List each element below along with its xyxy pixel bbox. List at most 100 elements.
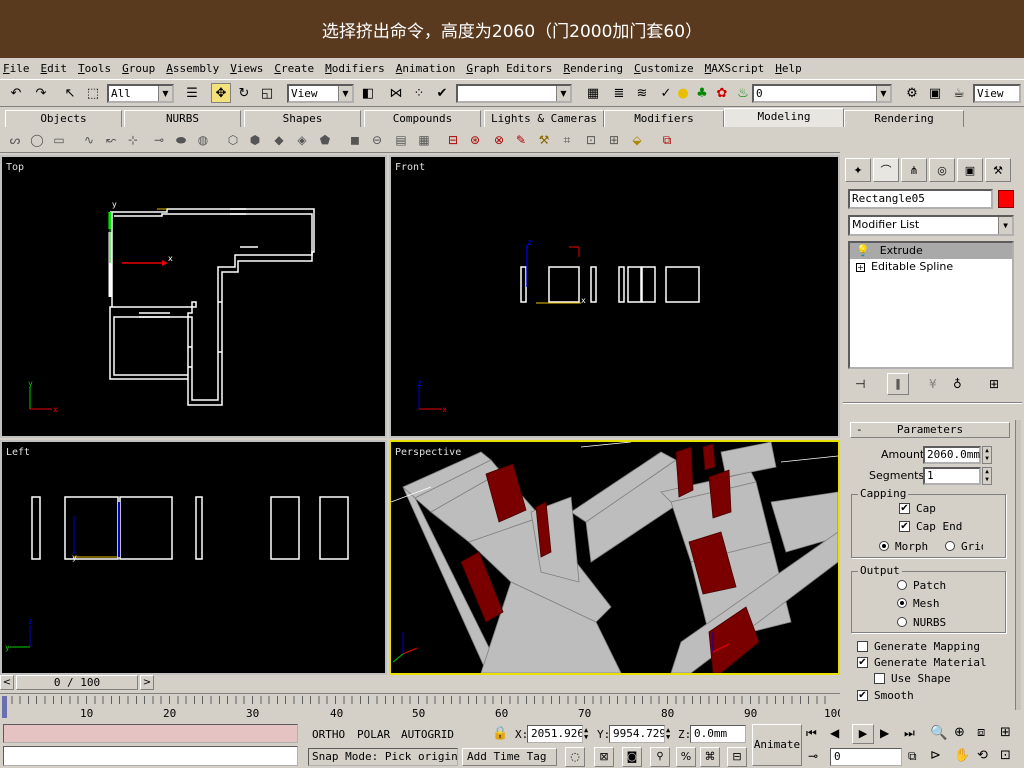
zoom-icon[interactable]: 🔍 <box>930 725 947 741</box>
region-select-icon[interactable]: ⬚ <box>83 83 103 103</box>
play-icon[interactable]: ▶ <box>852 724 874 744</box>
animate-button[interactable]: Animate <box>752 724 802 766</box>
amount-field[interactable]: 2060.0mm <box>923 446 981 464</box>
arc-rotate-icon[interactable]: ⟲ <box>977 748 988 763</box>
lattice-icon[interactable]: ⌗ <box>558 131 576 149</box>
refine-icon[interactable]: ↜ <box>102 131 120 149</box>
align-icon[interactable]: ✔ <box>432 83 452 103</box>
key-filters-icon[interactable]: % <box>676 747 696 767</box>
lathe-icon[interactable]: ◍ <box>194 131 212 149</box>
optimize-icon[interactable]: ⊗ <box>490 131 508 149</box>
stack-item-editable-spline[interactable]: + Editable Spline <box>850 259 1012 275</box>
zoom-all-icon[interactable]: ⊕ <box>954 725 965 740</box>
utilities-tab-icon[interactable]: ⚒ <box>985 158 1011 182</box>
segments-spinner[interactable]: ▲ ▼ <box>982 467 992 485</box>
select-icon[interactable]: ᔕ <box>6 131 24 149</box>
meshsmooth-icon[interactable]: ⊛ <box>466 131 484 149</box>
vertex-icon[interactable]: ⬢ <box>246 131 264 149</box>
object-color-swatch[interactable] <box>998 190 1014 208</box>
goto-start-icon[interactable]: ⏮ <box>806 726 817 741</box>
nurbs-radio[interactable] <box>897 617 907 627</box>
menu-assembly[interactable]: Assembly <box>166 62 219 75</box>
element-icon[interactable]: ⬟ <box>316 131 334 149</box>
pin-stack-icon[interactable]: ⊣ <box>855 377 865 391</box>
command-panel-scrollbar[interactable] <box>1015 420 1021 710</box>
autogrid-toggle[interactable]: AUTOGRID <box>401 728 454 741</box>
quick-render-icon[interactable]: ☕ <box>949 83 969 103</box>
viewport-front[interactable]: Front z x z x <box>389 155 840 438</box>
menu-rendering[interactable]: Rendering <box>563 62 623 75</box>
percent-snap-icon[interactable]: ◙ <box>622 747 642 767</box>
stack-item-extrude[interactable]: 💡 Extrude <box>850 243 1012 259</box>
generate-mapping-checkbox[interactable] <box>857 641 868 652</box>
grid-icon[interactable]: ▦ <box>415 131 433 149</box>
remove-modifier-icon[interactable]: ♁ <box>953 377 962 391</box>
cube-icon[interactable]: ◼ <box>346 131 364 149</box>
use-shape-checkbox[interactable] <box>874 673 885 684</box>
tab-shapes[interactable]: Shapes <box>244 110 361 127</box>
time-config-icon[interactable]: ⧉ <box>908 749 917 764</box>
cap-start-checkbox[interactable]: ✔ <box>899 503 910 514</box>
add-time-tag-button[interactable]: Add Time Tag <box>462 748 557 766</box>
edge-icon[interactable]: ◆ <box>270 131 288 149</box>
modifier-stack[interactable]: 💡 Extrude + Editable Spline <box>848 241 1014 369</box>
teapot-icon[interactable]: ♣ <box>692 83 712 103</box>
viewport-perspective[interactable]: Perspective <box>389 440 840 675</box>
display-tab-icon[interactable]: ▣ <box>957 158 983 182</box>
spinner-snap-icon[interactable]: ⚲ <box>650 747 670 767</box>
mesh-radio[interactable] <box>897 598 907 608</box>
symmetry-icon[interactable]: ⚒ <box>535 131 553 149</box>
select-arrow-icon[interactable]: ↖ <box>60 83 80 103</box>
goto-end-icon[interactable]: ⏭ <box>904 726 915 741</box>
lock-selection-icon[interactable]: 🔒 <box>492 726 508 741</box>
segments-field[interactable]: 1 <box>923 467 981 485</box>
zoom-extents-all-icon[interactable]: ⊞ <box>1000 725 1011 740</box>
layer-manager-icon[interactable]: ≣ <box>609 83 629 103</box>
tab-objects[interactable]: Objects <box>5 110 122 127</box>
render-setup-icon[interactable]: ⚙ <box>902 83 922 103</box>
time-prev-icon[interactable]: < <box>0 675 14 690</box>
key-mode-icon[interactable]: ⊸ <box>808 749 818 763</box>
motion-tab-icon[interactable]: ◎ <box>929 158 955 182</box>
menu-file[interactable]: File <box>3 62 30 75</box>
hierarchy-tab-icon[interactable]: ⋔ <box>901 158 927 182</box>
mirror-selection-icon[interactable]: ⊟ <box>727 747 747 767</box>
modify-tab-icon[interactable]: ⌒ <box>873 158 899 182</box>
angle-snap-icon[interactable]: ⊠ <box>594 747 614 767</box>
cylinder-icon[interactable]: ⊖ <box>368 131 386 149</box>
weld-icon[interactable]: ⊹ <box>124 131 142 149</box>
menu-graph-editors[interactable]: Graph Editors <box>466 62 552 75</box>
menu-help[interactable]: Help <box>775 62 802 75</box>
extrude-shape-icon[interactable]: ⬬ <box>172 131 190 149</box>
box-icon[interactable]: ▤ <box>392 131 410 149</box>
render-view-dropdown[interactable]: View <box>973 84 1021 103</box>
freeze-icon[interactable]: ♨ <box>733 83 753 103</box>
lightbulb-icon[interactable]: ● <box>673 83 693 103</box>
cap-end-checkbox[interactable]: ✔ <box>899 521 910 532</box>
circle-icon[interactable]: ◯ <box>28 131 46 149</box>
viewport-top[interactable]: Top x y y x <box>0 155 387 438</box>
uvw-icon[interactable]: ⊞ <box>605 131 623 149</box>
time-slider[interactable]: 0 / 100 <box>16 675 138 690</box>
next-frame-icon[interactable]: ▶ <box>880 726 889 740</box>
tab-compounds[interactable]: Compounds <box>364 110 481 127</box>
current-frame-field[interactable]: 0 <box>830 748 902 766</box>
x-coordinate-field[interactable]: 2051.926 <box>527 725 583 743</box>
tab-modifiers[interactable]: Modifiers <box>604 110 724 127</box>
object-name-field[interactable]: Rectangle05 <box>848 189 993 209</box>
schematic-icon[interactable]: ▦ <box>583 83 603 103</box>
menu-maxscript[interactable]: MAXScript <box>705 62 765 75</box>
pan-icon[interactable]: ✋ <box>954 748 970 763</box>
edit-named-selection-icon[interactable]: ⌘ <box>700 747 720 767</box>
select-by-name-icon[interactable]: ☰ <box>182 83 202 103</box>
viewport-left[interactable]: Left y z y <box>0 440 387 675</box>
array-icon[interactable]: ⁘ <box>409 83 429 103</box>
menu-tools[interactable]: Tools <box>78 62 111 75</box>
create-tab-icon[interactable]: ✦ <box>845 158 871 182</box>
polar-toggle[interactable]: POLAR <box>357 728 390 741</box>
maximize-viewport-icon[interactable]: ⊡ <box>1000 748 1011 763</box>
amount-spinner[interactable]: ▲ ▼ <box>982 446 992 464</box>
prev-frame-icon[interactable]: ◀ <box>830 726 839 740</box>
time-next-icon[interactable]: > <box>140 675 154 690</box>
modifier-list-dropdown[interactable]: Modifier List ▼ <box>848 215 1014 236</box>
